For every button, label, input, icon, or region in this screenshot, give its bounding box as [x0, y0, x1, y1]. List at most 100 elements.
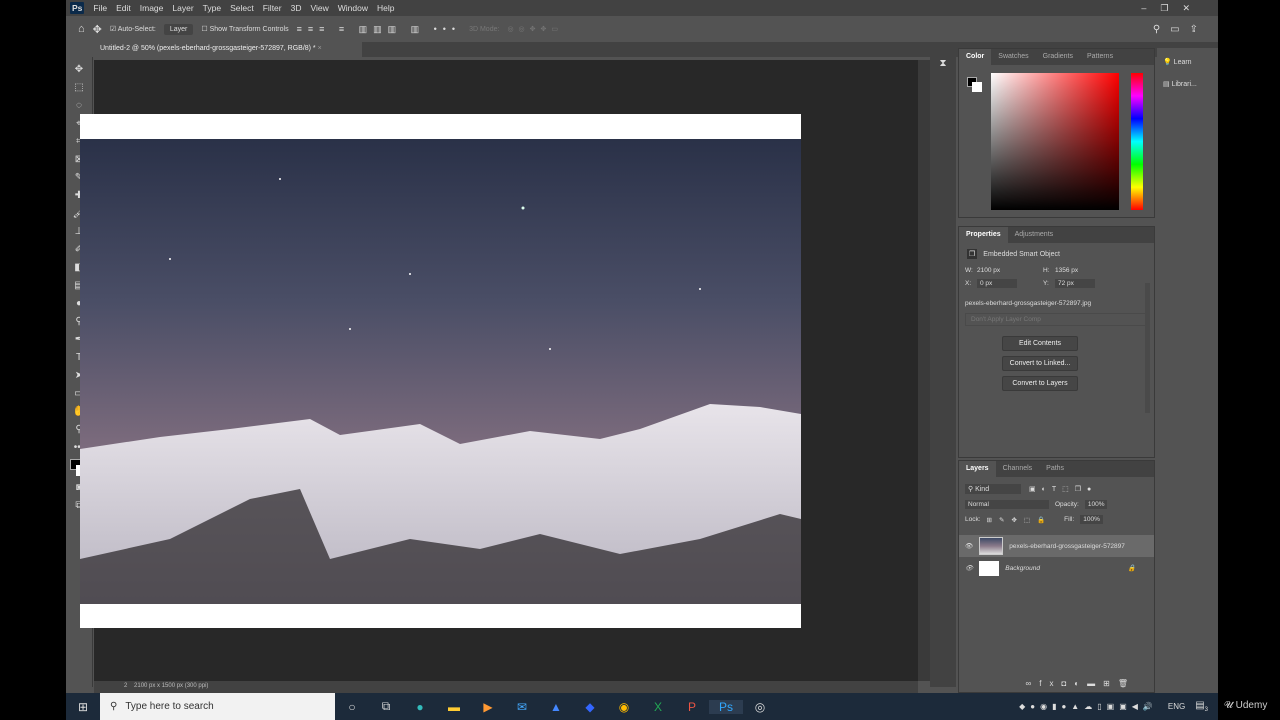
menu-image[interactable]: Image	[140, 3, 164, 13]
tab-color[interactable]: Color	[959, 49, 992, 65]
notifications-icon[interactable]: ▤3	[1195, 700, 1208, 713]
app-icon-2[interactable]: ◆	[573, 700, 607, 714]
learn-libraries-dock: 💡 Learn ▤ Librari...	[1157, 48, 1218, 693]
cortana-icon[interactable]: ○	[335, 700, 369, 714]
menu-select[interactable]: Select	[230, 3, 254, 13]
system-tray-icons[interactable]: ◆●◉▮●▲☁▯▣▣◀🔊	[1019, 702, 1158, 711]
layer-row-smart-object[interactable]: 👁 pexels-eberhard-grossgasteiger-572897	[959, 535, 1154, 557]
media-app-icon[interactable]: ▶	[471, 700, 505, 714]
document-info[interactable]: 2100 px x 1500 px (300 ppi)	[134, 683, 208, 689]
document-tab-title: Untitled-2 @ 50% (pexels-eberhard-grossg…	[100, 45, 316, 52]
marquee-tool-icon[interactable]: ⬚	[74, 81, 83, 95]
y-field[interactable]: 72 px	[1055, 279, 1095, 288]
windows-start-icon[interactable]: ⊞	[66, 700, 100, 714]
layer-name[interactable]: pexels-eberhard-grossgasteiger-572897	[1009, 543, 1125, 550]
edge-icon[interactable]: ●	[403, 700, 437, 714]
menu-layer[interactable]: Layer	[172, 3, 193, 13]
menu-help[interactable]: Help	[377, 3, 394, 13]
visibility-eye-icon[interactable]: 👁	[965, 542, 973, 550]
kind-label: Kind	[975, 486, 990, 493]
home-icon[interactable]: ⌂	[78, 23, 85, 35]
document-tab[interactable]: Untitled-2 @ 50% (pexels-eberhard-grossg…	[94, 42, 362, 57]
search-icon: ⚲	[110, 701, 118, 712]
layer-thumbnail	[979, 560, 1000, 576]
visibility-eye-icon[interactable]: 👁	[965, 564, 973, 572]
learn-button[interactable]: 💡 Learn	[1157, 48, 1218, 76]
height-value[interactable]: 1356 px	[1055, 267, 1115, 274]
powerpoint-icon[interactable]: P	[675, 700, 709, 714]
kind-filter[interactable]: ⚲ Kind	[965, 484, 1021, 494]
lock-label: Lock:	[965, 516, 981, 523]
tab-properties[interactable]: Properties	[959, 227, 1008, 243]
tab-adjustments[interactable]: Adjustments	[1008, 227, 1061, 243]
fill-field[interactable]: 100%	[1080, 515, 1103, 524]
properties-scrollbar[interactable]	[1145, 283, 1150, 413]
lasso-tool-icon[interactable]: ◌	[76, 99, 82, 113]
tab-layers[interactable]: Layers	[959, 461, 996, 477]
auto-select-checkbox[interactable]: ☑ Auto-Select:	[110, 25, 156, 33]
convert-to-linked-button[interactable]: Convert to Linked...	[1002, 356, 1078, 371]
udemy-label: Udemy	[1235, 700, 1268, 711]
opacity-field[interactable]: 100%	[1084, 500, 1108, 509]
menu-type[interactable]: Type	[203, 3, 221, 13]
tab-swatches[interactable]: Swatches	[991, 49, 1035, 65]
layer-select[interactable]: Layer	[163, 23, 194, 35]
menu-file[interactable]: File	[93, 3, 107, 13]
convert-to-layers-button[interactable]: Convert to Layers	[1002, 376, 1078, 391]
blend-mode-select[interactable]: Normal	[965, 500, 1049, 509]
menu-edit[interactable]: Edit	[116, 3, 131, 13]
excel-icon[interactable]: X	[641, 700, 675, 714]
taskbar-search[interactable]: ⚲ Type here to search	[100, 693, 335, 720]
color-panel: Color Swatches Gradients Patterns	[958, 48, 1155, 218]
filter-icons[interactable]: ▣◐T⬚❐●	[1029, 485, 1097, 493]
properties-panel: Properties Adjustments ❐ Embedded Smart Ob…	[958, 226, 1155, 458]
background-color[interactable]	[972, 82, 982, 92]
file-explorer-icon[interactable]: ▬	[437, 700, 471, 714]
libraries-button[interactable]: ▤ Librari...	[1157, 76, 1218, 92]
layer-comp-select[interactable]: Don't Apply Layer Comp	[965, 313, 1148, 326]
layer-thumbnail	[979, 537, 1004, 555]
edit-contents-button[interactable]: Edit Contents	[1002, 336, 1078, 351]
fill-label: Fill:	[1064, 516, 1075, 523]
udemy-watermark: 𝓤 Udemy	[1224, 700, 1268, 711]
lock-icons[interactable]: ⊞✎✥⬚🔒	[987, 516, 1053, 524]
menu-window[interactable]: Window	[338, 3, 368, 13]
language-indicator[interactable]: ENG	[1168, 702, 1185, 711]
x-field[interactable]: 0 px	[977, 279, 1017, 288]
windows-taskbar: ⊞ ⚲ Type here to search ○ ⧉ ● ▬ ▶ ✉ ▲ ◆ ◉…	[66, 693, 1218, 720]
width-value[interactable]: 2100 px	[977, 267, 1043, 274]
photoshop-taskbar-icon[interactable]: Ps	[709, 699, 743, 714]
layer-type-label: Embedded Smart Object	[983, 250, 1060, 258]
history-icon[interactable]: ⧗	[930, 58, 956, 69]
mail-icon[interactable]: ✉	[505, 700, 539, 714]
tab-paths[interactable]: Paths	[1039, 461, 1071, 477]
chrome-icon[interactable]: ◉	[607, 700, 641, 714]
menu-filter[interactable]: Filter	[263, 3, 282, 13]
show-transform-checkbox[interactable]: ☐ Show Transform Controls	[201, 25, 288, 33]
app-icon[interactable]: ▲	[539, 700, 573, 714]
document-canvas[interactable]	[80, 114, 801, 628]
layer-actions[interactable]: ∞fx◘◐▬⊞🗑	[1026, 679, 1136, 688]
align-icons[interactable]: ≡≡≡ ≡ ▥▥▥ ▥ •••	[297, 24, 461, 35]
menu-view[interactable]: View	[310, 3, 328, 13]
obs-icon[interactable]: ◎	[743, 700, 777, 714]
tab-gradients[interactable]: Gradients	[1036, 49, 1080, 65]
close-tab-icon[interactable]: ×	[318, 45, 322, 52]
width-label: W:	[965, 267, 973, 274]
layer-name[interactable]: Background	[1005, 565, 1040, 572]
tab-patterns[interactable]: Patterns	[1080, 49, 1120, 65]
task-view-icon[interactable]: ⧉	[369, 699, 403, 714]
menu-3d[interactable]: 3D	[291, 3, 302, 13]
notification-count: 3	[1204, 707, 1208, 713]
search-share-icons[interactable]: ⚲▭⇪	[1153, 24, 1208, 35]
window-controls[interactable]: –❐✕	[1141, 3, 1204, 14]
canvas-scrollbar[interactable]	[918, 60, 930, 681]
move-tool-icon[interactable]: ✥	[93, 23, 102, 36]
hue-slider[interactable]	[1131, 73, 1143, 210]
move-tool-icon[interactable]: ✥	[75, 63, 83, 77]
layer-row-background[interactable]: 👁 Background 🔒	[959, 557, 1154, 579]
opacity-label: Opacity:	[1055, 501, 1079, 508]
search-placeholder: Type here to search	[125, 701, 214, 712]
color-field[interactable]	[991, 73, 1119, 210]
tab-channels[interactable]: Channels	[996, 461, 1040, 477]
